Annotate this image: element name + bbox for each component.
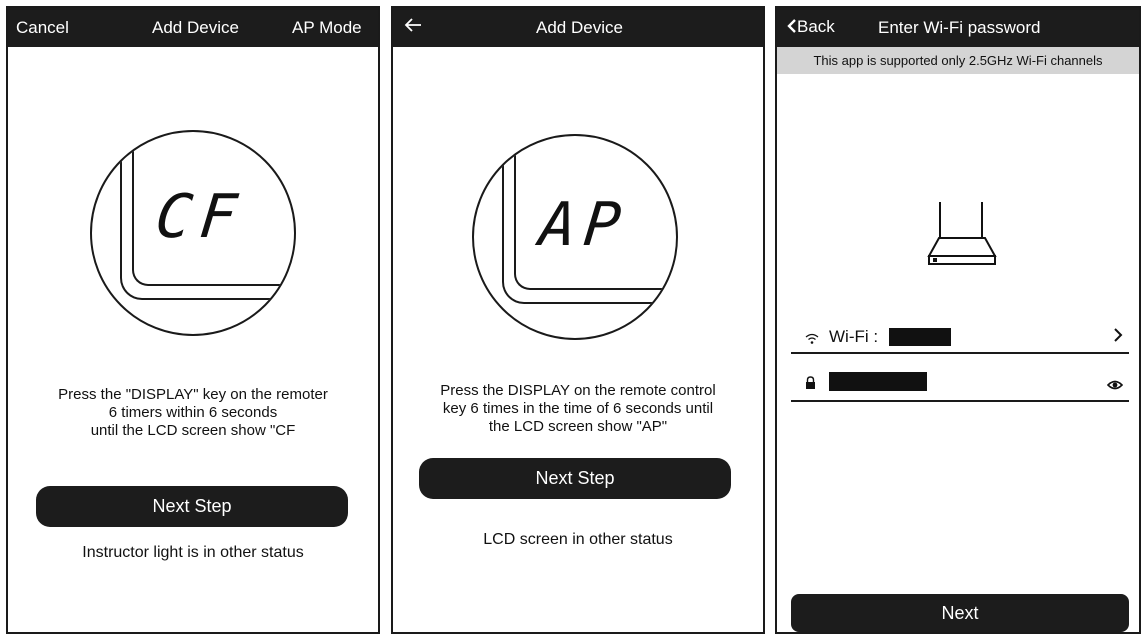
screen-enter-wifi-password: Back Enter Wi-Fi password This app is su… <box>775 6 1141 634</box>
wifi-name-redacted <box>889 328 951 346</box>
chevron-left-icon <box>787 19 796 33</box>
page-title: Add Device <box>536 18 623 37</box>
next-button[interactable]: Next <box>791 594 1129 632</box>
ap-mode-button[interactable]: AP Mode <box>292 18 362 38</box>
instruction-line: Press the "DISPLAY" key on the remoter <box>58 386 328 403</box>
instruction-line: until the LCD screen show "CF <box>90 422 296 439</box>
title-bar: Cancel Add Device AP Mode <box>8 8 378 47</box>
router-icon <box>925 200 1001 268</box>
lcd-display-text: AP <box>536 190 632 260</box>
lock-icon <box>805 375 816 395</box>
title-bar: Back Enter Wi-Fi password <box>777 8 1139 47</box>
eye-icon[interactable] <box>1106 376 1124 396</box>
other-status-link[interactable]: LCD screen in other status <box>393 531 763 549</box>
instruction-line: 6 timers within 6 seconds <box>108 404 278 421</box>
chevron-right-icon[interactable] <box>1113 327 1123 348</box>
next-step-button[interactable]: Next Step <box>419 458 731 499</box>
lcd-illustration: AP <box>472 134 678 340</box>
password-input[interactable] <box>829 372 927 391</box>
cancel-button[interactable]: Cancel <box>16 18 69 38</box>
wifi-icon <box>805 330 819 350</box>
screen-add-device-ap: Add Device AP Press the DISPLAY on the r… <box>391 6 765 634</box>
instruction-line: key 6 times in the time of 6 seconds unt… <box>442 400 714 417</box>
instruction-line: the LCD screen show "AP" <box>488 418 668 435</box>
instructions: Press the "DISPLAY" key on the remoter 6… <box>8 386 378 440</box>
next-step-button[interactable]: Next Step <box>36 486 348 527</box>
screen-add-device-cf: Cancel Add Device AP Mode CF Press the "… <box>6 6 380 634</box>
title-bar: Add Device <box>393 8 763 47</box>
frequency-notice: This app is supported only 2.5GHz Wi-Fi … <box>777 47 1139 74</box>
page-title: Add Device <box>152 18 239 37</box>
back-button[interactable]: Back <box>787 17 835 37</box>
password-row[interactable] <box>791 366 1129 402</box>
back-label[interactable]: Back <box>797 17 835 36</box>
wifi-network-row[interactable]: Wi-Fi : <box>791 320 1129 354</box>
instructions: Press the DISPLAY on the remote control … <box>393 382 763 436</box>
arrow-left-icon[interactable] <box>403 16 423 39</box>
lcd-display-text: CF <box>152 182 248 252</box>
lcd-illustration: CF <box>90 130 296 336</box>
other-status-link[interactable]: Instructor light is in other status <box>8 544 378 562</box>
wifi-label: Wi-Fi : <box>829 327 879 346</box>
page-title: Enter Wi-Fi password <box>878 18 1041 37</box>
instruction-line: Press the DISPLAY on the remote control <box>440 382 716 399</box>
